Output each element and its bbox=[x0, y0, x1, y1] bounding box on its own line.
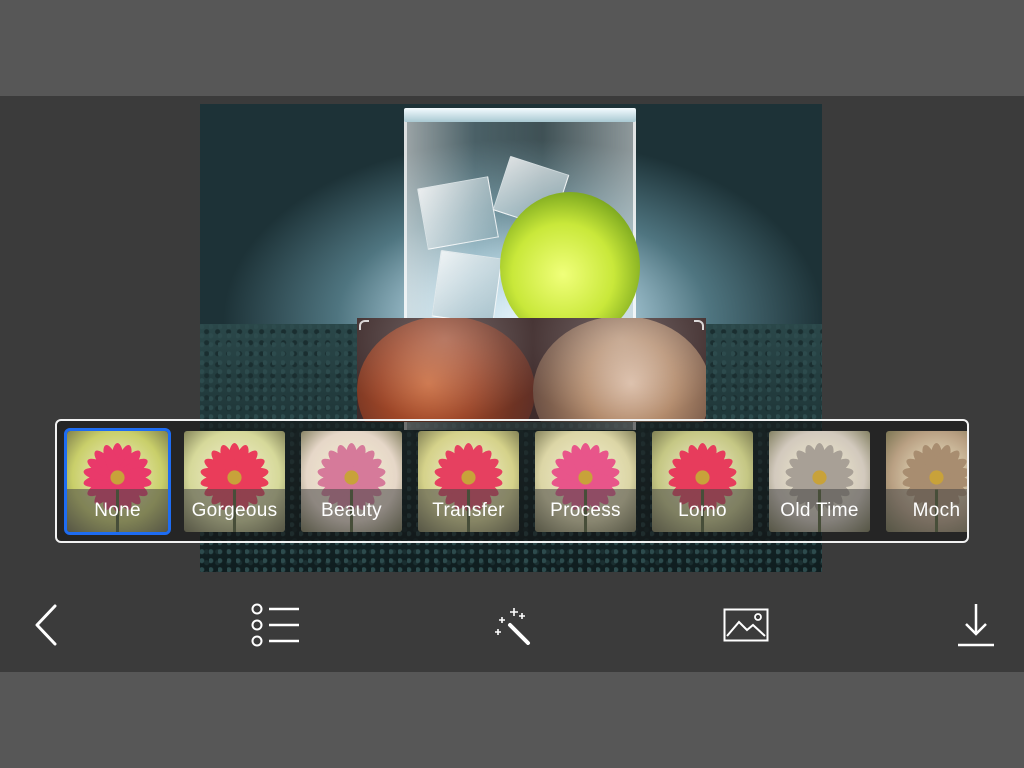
corner-handle-icon[interactable] bbox=[694, 320, 704, 330]
heart-left-lobe bbox=[357, 318, 533, 422]
download-icon bbox=[956, 602, 996, 653]
download-button[interactable] bbox=[948, 602, 1004, 652]
magic-wand-icon bbox=[492, 605, 532, 650]
filter-thumb[interactable]: None bbox=[64, 428, 171, 535]
filter-label: Gorgeous bbox=[184, 489, 285, 532]
effects-button[interactable] bbox=[484, 602, 540, 652]
filter-label: Old Time bbox=[769, 489, 870, 532]
filter-label: Transfer bbox=[418, 489, 519, 532]
corner-handle-icon[interactable] bbox=[359, 320, 369, 330]
filter-thumb[interactable]: Transfer bbox=[418, 431, 519, 532]
filter-label: Beauty bbox=[301, 489, 402, 532]
filter-label: None bbox=[67, 489, 168, 532]
list-button[interactable] bbox=[248, 602, 304, 652]
list-icon bbox=[251, 603, 301, 652]
heart-collage-frame[interactable] bbox=[357, 318, 706, 422]
filter-thumb[interactable]: Old Time bbox=[769, 431, 870, 532]
filter-thumb[interactable]: Moch bbox=[886, 431, 967, 532]
heart-right-lobe bbox=[533, 318, 706, 422]
chevron-left-icon bbox=[31, 603, 61, 652]
top-band bbox=[0, 0, 1024, 96]
image-icon bbox=[723, 608, 769, 647]
filter-thumb[interactable]: Beauty bbox=[301, 431, 402, 532]
filter-label: Lomo bbox=[652, 489, 753, 532]
filter-thumb[interactable]: Process bbox=[535, 431, 636, 532]
filter-label: Moch bbox=[886, 489, 967, 532]
filter-thumb[interactable]: Lomo bbox=[652, 431, 753, 532]
bottom-toolbar bbox=[0, 582, 1024, 672]
photo-ice-cube bbox=[417, 176, 499, 250]
bottom-band bbox=[0, 672, 1024, 768]
image-button[interactable] bbox=[718, 602, 774, 652]
back-button[interactable] bbox=[18, 602, 74, 652]
photo-glass-rim bbox=[404, 108, 636, 122]
photo-ice-cube bbox=[431, 250, 503, 325]
filter-strip[interactable]: None Gorgeous Beauty Transfer Process Lomo Old… bbox=[55, 419, 969, 543]
filter-thumb[interactable]: Gorgeous bbox=[184, 431, 285, 532]
filter-label: Process bbox=[535, 489, 636, 532]
